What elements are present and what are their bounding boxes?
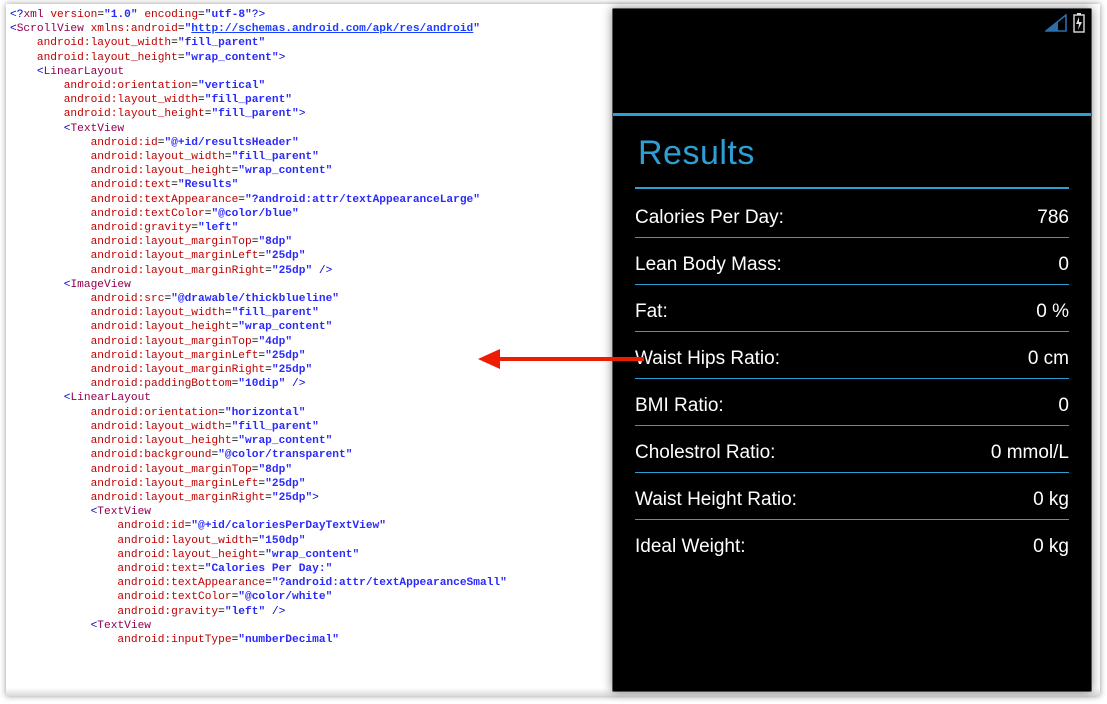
- row-value: 0: [1058, 395, 1069, 417]
- status-bar: [613, 9, 1091, 37]
- row-bmi: BMI Ratio: 0: [635, 379, 1069, 426]
- row-waist-height: Waist Height Ratio: 0 kg: [635, 473, 1069, 520]
- row-value: 0 cm: [1028, 348, 1069, 370]
- signal-icon: [1045, 14, 1067, 32]
- row-label: Waist Hips Ratio:: [635, 348, 780, 370]
- row-value: 0: [1058, 254, 1069, 276]
- row-waist-hips: Waist Hips Ratio: 0 cm: [635, 332, 1069, 379]
- row-value: 0 %: [1036, 301, 1069, 323]
- row-label: Lean Body Mass:: [635, 254, 782, 276]
- device-preview: Results Calories Per Day: 786 Lean Body …: [612, 8, 1092, 692]
- row-label: Fat:: [635, 301, 668, 323]
- row-ideal-weight: Ideal Weight: 0 kg: [635, 520, 1069, 566]
- xml-code-pane[interactable]: <?xml version="1.0" encoding="utf-8"?> <…: [6, 4, 588, 696]
- row-cholesterol: Cholestrol Ratio: 0 mmol/L: [635, 426, 1069, 473]
- row-label: Cholestrol Ratio:: [635, 442, 775, 464]
- header-underline: [635, 187, 1069, 189]
- row-value: 0 kg: [1033, 489, 1069, 511]
- row-value: 0 mmol/L: [991, 442, 1069, 464]
- row-label: BMI Ratio:: [635, 395, 724, 417]
- row-value: 786: [1037, 207, 1069, 229]
- row-value: 0 kg: [1033, 536, 1069, 558]
- row-fat: Fat: 0 %: [635, 285, 1069, 332]
- row-label: Waist Height Ratio:: [635, 489, 797, 511]
- row-label: Ideal Weight:: [635, 536, 746, 558]
- row-lean-body-mass: Lean Body Mass: 0: [635, 238, 1069, 285]
- results-header: Results: [635, 116, 1069, 187]
- row-label: Calories Per Day:: [635, 207, 784, 229]
- results-screen[interactable]: Results Calories Per Day: 786 Lean Body …: [613, 116, 1091, 566]
- workspace: <?xml version="1.0" encoding="utf-8"?> <…: [6, 4, 1100, 696]
- battery-icon: [1073, 13, 1085, 33]
- xml-source: <?xml version="1.0" encoding="utf-8"?> <…: [10, 8, 588, 647]
- row-calories: Calories Per Day: 786: [635, 191, 1069, 238]
- action-bar: [613, 37, 1091, 113]
